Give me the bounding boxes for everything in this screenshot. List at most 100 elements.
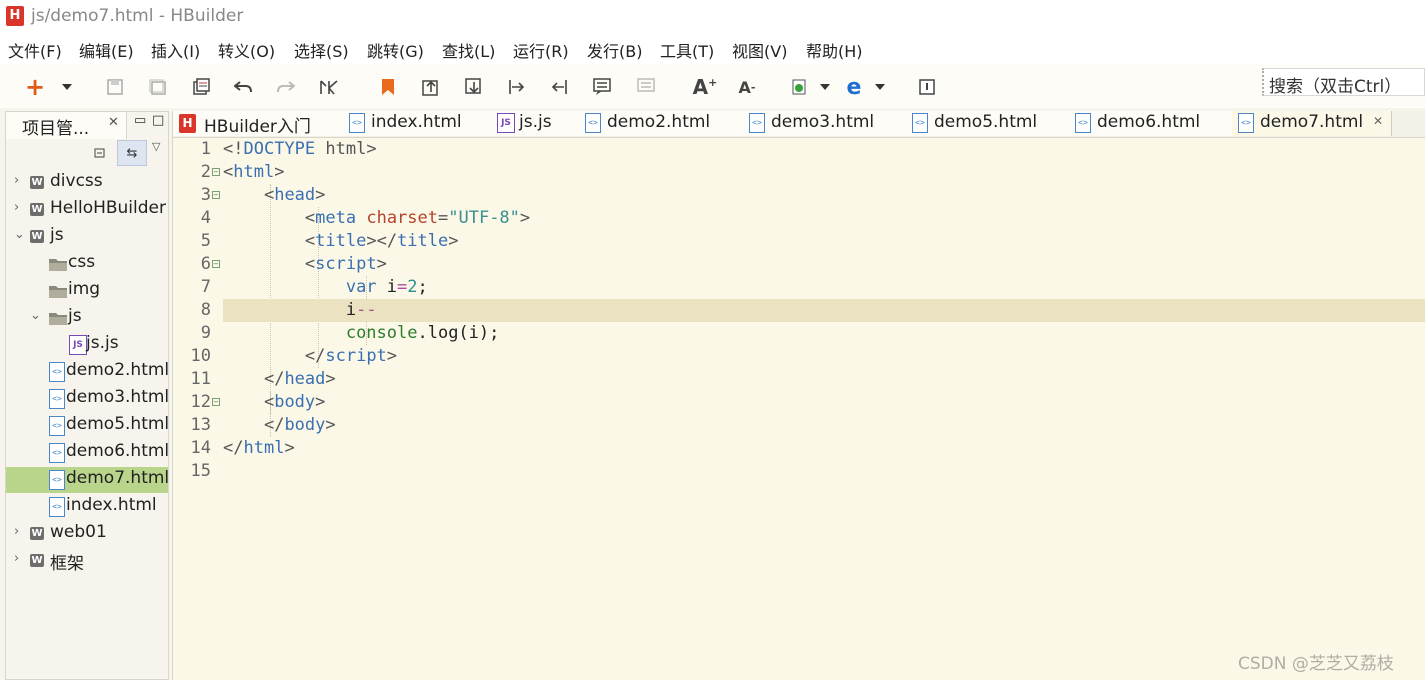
- tree-item[interactable]: JS js.js: [6, 332, 168, 358]
- hbuilder-logo-icon: H: [6, 6, 24, 26]
- tree-item-label: demo6.html: [66, 441, 168, 461]
- run-browser-icon[interactable]: [791, 77, 807, 97]
- save-icon[interactable]: [105, 77, 125, 97]
- folder-icon: [49, 286, 67, 298]
- code-line: 3 − <head>: [173, 184, 1425, 207]
- menu-file[interactable]: 文件(F): [8, 38, 62, 62]
- editor-tab[interactable]: <> demo5.html: [906, 111, 1070, 136]
- line-number: 4: [200, 208, 211, 228]
- code-token: title: [397, 231, 449, 251]
- ie-icon[interactable]: e: [844, 75, 864, 100]
- goto-top-icon[interactable]: [421, 77, 441, 97]
- chevron-right-icon[interactable]: ›: [14, 200, 19, 215]
- tree-item-label: css: [68, 252, 96, 272]
- goto-bottom-icon[interactable]: [464, 77, 484, 97]
- chevron-right-icon[interactable]: ›: [14, 524, 19, 539]
- tree-item[interactable]: › Wweb01: [6, 521, 168, 547]
- font-decrease-icon[interactable]: A-: [737, 77, 757, 97]
- tree-item-label: web01: [50, 522, 107, 542]
- code-editor[interactable]: 1 <!DOCTYPE html> 2 − <html> 3 − <head> …: [173, 138, 1425, 678]
- menu-publish[interactable]: 发行(B): [587, 38, 642, 62]
- tree-item[interactable]: ⌄ js: [6, 305, 168, 331]
- menu-escape[interactable]: 转义(O): [218, 38, 275, 62]
- html-file-icon: <>: [1075, 113, 1091, 133]
- editor-tab[interactable]: <> demo2.html: [579, 111, 744, 136]
- view-menu-chevron-icon[interactable]: ▽: [152, 140, 160, 153]
- menu-tools[interactable]: 工具(T): [660, 38, 714, 62]
- copy-icon[interactable]: [191, 77, 211, 97]
- menu-view[interactable]: 视图(V): [732, 38, 787, 62]
- html-file-icon: <>: [49, 416, 65, 436]
- folder-icon: [49, 313, 67, 325]
- run-dropdown-icon[interactable]: [818, 77, 832, 97]
- tree-item[interactable]: ⌄ Wjs: [6, 224, 168, 250]
- format-icon[interactable]: [319, 77, 339, 97]
- link-with-editor-icon[interactable]: ⇆: [117, 140, 147, 166]
- fold-toggle-icon[interactable]: −: [212, 260, 220, 268]
- code-token: --: [356, 300, 377, 320]
- editor-tab[interactable]: H HBuilder入门: [173, 111, 344, 137]
- comment-icon[interactable]: [592, 77, 612, 97]
- line-number: 15: [190, 461, 211, 481]
- menu-help[interactable]: 帮助(H): [806, 38, 863, 62]
- line-number: 5: [200, 231, 211, 251]
- tree-item[interactable]: css: [6, 251, 168, 277]
- tree-item[interactable]: <> demo3.html: [6, 386, 168, 412]
- uncomment-icon[interactable]: [636, 77, 656, 97]
- tree-item[interactable]: <> index.html: [6, 494, 168, 520]
- editor-tab[interactable]: <> index.html: [343, 111, 492, 136]
- tree-item[interactable]: › W HelloHBuilder: [6, 197, 168, 223]
- chevron-right-icon[interactable]: ›: [14, 551, 19, 566]
- chevron-down-icon[interactable]: ⌄: [14, 227, 25, 242]
- editor-tab[interactable]: JS js.js: [491, 111, 580, 136]
- collapse-all-icon[interactable]: [94, 146, 106, 158]
- code-token: "UTF-8": [448, 208, 520, 228]
- save-all-icon[interactable]: [148, 77, 168, 97]
- new-icon[interactable]: +: [25, 73, 45, 101]
- redo-icon[interactable]: [276, 77, 296, 97]
- close-icon[interactable]: ✕: [108, 115, 119, 130]
- tree-item[interactable]: › W 框架: [6, 548, 168, 574]
- minimize-icon[interactable]: ▭: [134, 113, 146, 128]
- code-token: =: [438, 208, 449, 228]
- editor-tab-label: demo2.html: [607, 112, 711, 132]
- chevron-right-icon[interactable]: ›: [14, 173, 19, 188]
- tree-item-label: demo3.html: [66, 387, 168, 407]
- outdent-icon[interactable]: [549, 77, 569, 97]
- menu-find[interactable]: 查找(L): [442, 38, 495, 62]
- editor-tab-label: js.js: [519, 112, 552, 132]
- browser-dropdown-icon[interactable]: [873, 77, 887, 97]
- tree-item[interactable]: <> demo7.html: [6, 467, 168, 493]
- js-file-icon: JS: [497, 113, 515, 133]
- fold-toggle-icon[interactable]: −: [212, 398, 220, 406]
- menu-run[interactable]: 运行(R): [513, 38, 569, 62]
- new-dropdown-icon[interactable]: [60, 77, 74, 97]
- tree-item[interactable]: img: [6, 278, 168, 304]
- editor-tab[interactable]: <> demo6.html: [1069, 111, 1233, 136]
- tree-item[interactable]: <> demo6.html: [6, 440, 168, 466]
- editor-tab[interactable]: <> demo7.html ✕: [1232, 111, 1392, 136]
- tree-item-label: 框架: [50, 554, 84, 574]
- editor-tab[interactable]: <> demo3.html: [743, 111, 907, 136]
- maximize-icon[interactable]: □: [152, 113, 164, 128]
- tree-item[interactable]: › Wdivcss: [6, 170, 168, 196]
- fold-toggle-icon[interactable]: −: [212, 191, 220, 199]
- bookmark-icon[interactable]: [378, 77, 398, 97]
- fold-toggle-icon[interactable]: −: [212, 168, 220, 176]
- tree-item[interactable]: <> demo5.html: [6, 413, 168, 439]
- tree-item[interactable]: <> demo2.html: [6, 359, 168, 385]
- chevron-down-icon[interactable]: ⌄: [30, 308, 41, 323]
- terminal-icon[interactable]: [917, 77, 937, 97]
- menu-insert[interactable]: 插入(I): [151, 38, 200, 62]
- menu-goto[interactable]: 跳转(G): [367, 38, 424, 62]
- tree-item-label: HelloHBuilder: [50, 198, 166, 218]
- search-input[interactable]: 搜索（双击Ctrl）: [1262, 68, 1425, 97]
- undo-icon[interactable]: [233, 77, 253, 97]
- indent-icon[interactable]: [507, 77, 527, 97]
- project-panel-tab[interactable]: 项目管... ✕: [6, 112, 127, 139]
- font-increase-icon[interactable]: A +: [693, 75, 718, 99]
- close-icon[interactable]: ✕: [1373, 114, 1383, 128]
- menu-edit[interactable]: 编辑(E): [79, 38, 134, 62]
- menu-select[interactable]: 选择(S): [294, 38, 349, 62]
- code-line: 13 </body>: [173, 414, 1425, 437]
